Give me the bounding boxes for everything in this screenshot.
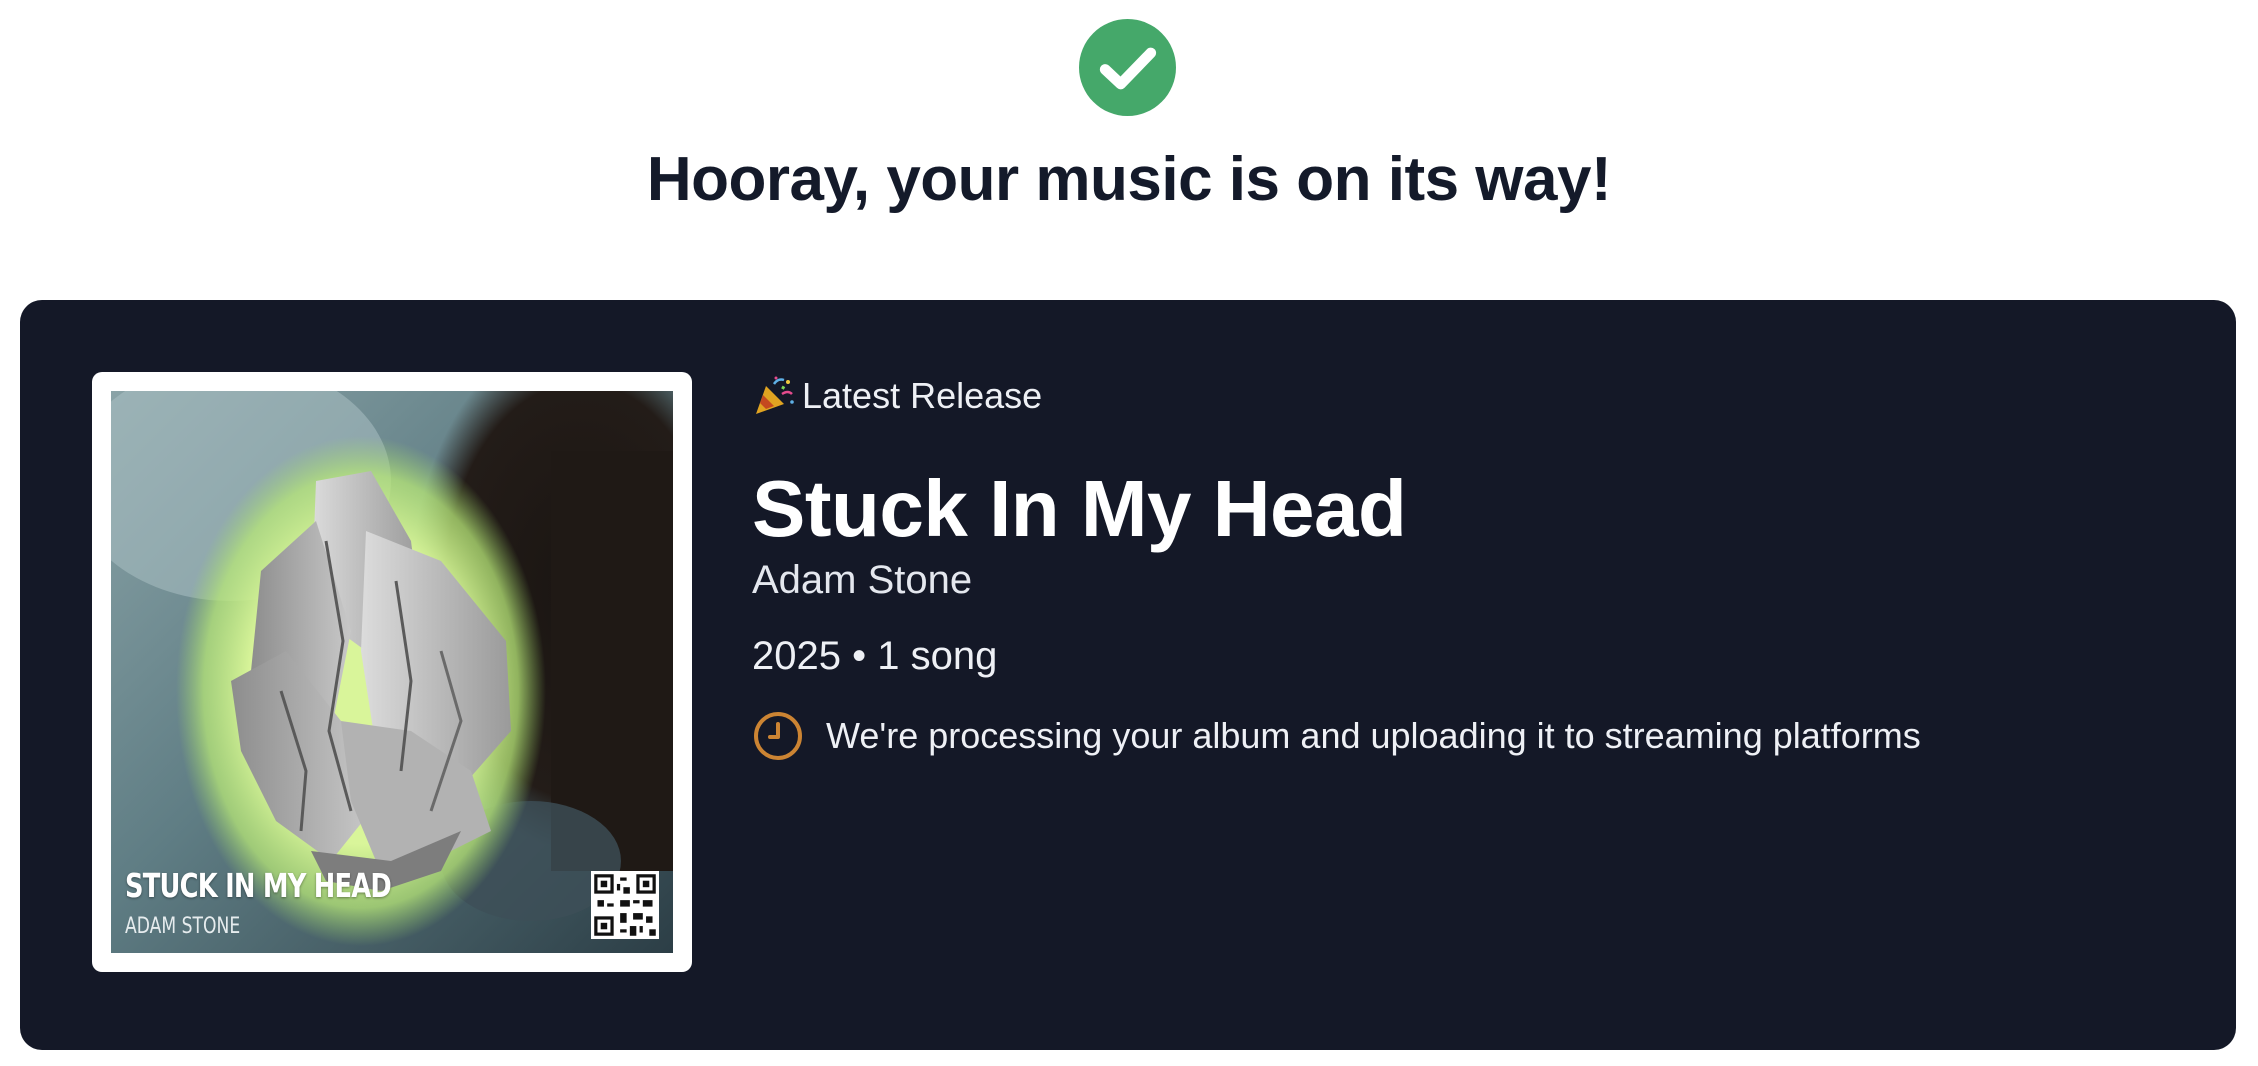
- check-circle-icon: [1079, 19, 1176, 116]
- release-info: Latest Release Stuck In My Head Adam Sto…: [752, 372, 2152, 762]
- page: Hooray, your music is on its way! STUCK …: [0, 0, 2258, 1066]
- cover-artist-text: ADAM STONE: [125, 914, 241, 939]
- clock-icon: [754, 712, 802, 760]
- album-cover-image: STUCK IN MY HEAD ADAM STONE: [111, 391, 673, 953]
- party-popper-icon: [756, 376, 794, 414]
- release-title: Stuck In My Head: [752, 464, 1407, 553]
- release-tag-label: Latest Release: [802, 375, 1043, 416]
- release-artist: Adam Stone: [752, 558, 973, 602]
- cover-title-text: STUCK IN MY HEAD: [125, 866, 392, 905]
- page-title: Hooray, your music is on its way!: [646, 145, 1612, 214]
- album-cover-frame: STUCK IN MY HEAD ADAM STONE: [92, 372, 692, 972]
- processing-status: We're processing your album and uploadin…: [752, 710, 2152, 762]
- release-meta: 2025 • 1 song: [752, 634, 998, 678]
- processing-status-text: We're processing your album and uploadin…: [826, 715, 1921, 756]
- release-tag: Latest Release: [752, 372, 2152, 420]
- release-card: STUCK IN MY HEAD ADAM STONE Latest Relea…: [20, 300, 2236, 1050]
- qr-code-icon: [591, 871, 659, 939]
